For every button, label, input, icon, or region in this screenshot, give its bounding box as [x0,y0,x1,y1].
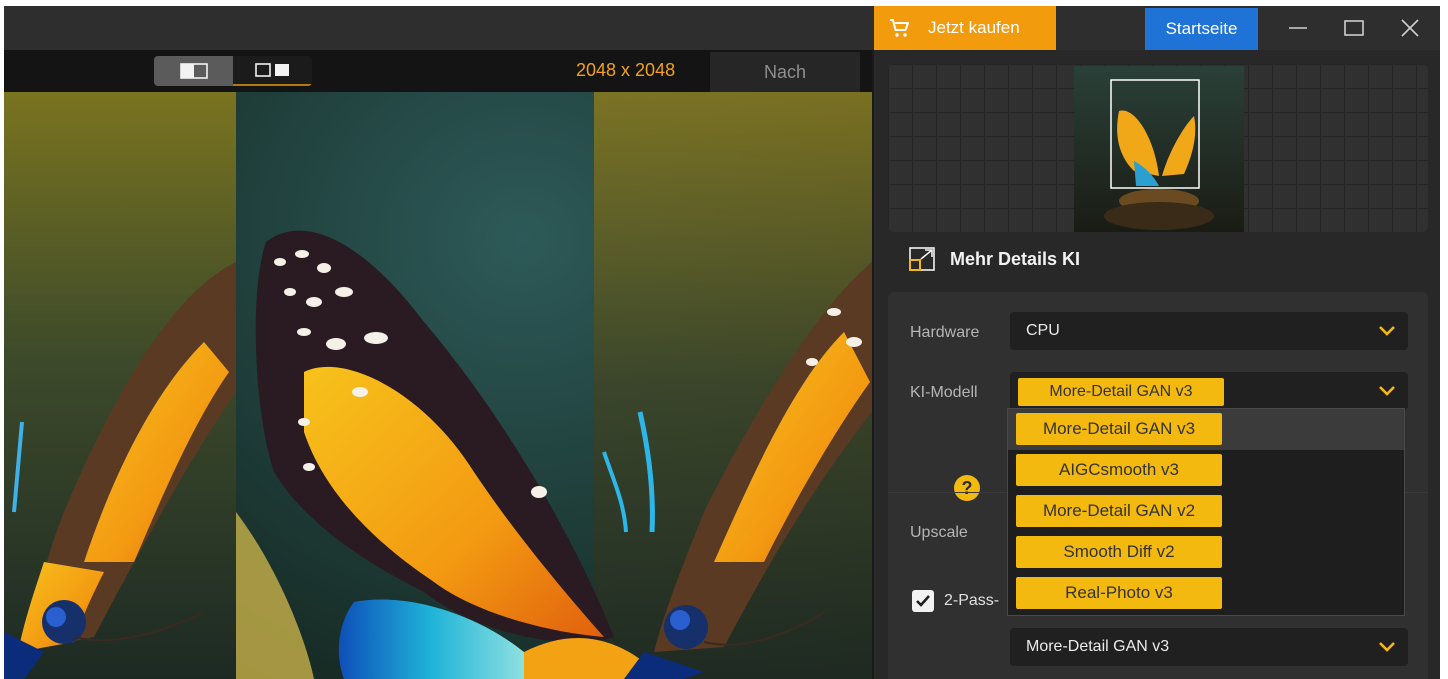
second-model-value: More-Detail GAN v3 [1026,638,1170,655]
resolution-label: 2048 x 2048 [576,60,676,80]
model-option-label: More-Detail GAN v3 [1016,413,1222,445]
model-option[interactable]: More-Detail GAN v2 [1008,491,1404,532]
model-selected-value: More-Detail GAN v3 [1018,378,1224,406]
minimize-icon [1289,27,1307,29]
cart-icon [890,19,909,37]
title-bar: Jetzt kaufen Startseite [4,6,1440,50]
section-title: Mehr Details KI [950,248,1081,269]
close-button[interactable] [1384,6,1436,50]
second-model-select[interactable]: More-Detail GAN v3 [1010,628,1408,666]
model-option-label: Smooth Diff v2 [1016,536,1222,568]
after-tab[interactable]: Nach [710,52,860,92]
checkmark-icon [916,595,930,607]
navigator-thumbnail[interactable] [1074,66,1244,232]
hardware-select[interactable]: CPU [1010,312,1408,350]
maximize-icon [1344,20,1364,36]
hardware-label: Hardware [910,324,980,341]
side-by-side-button[interactable] [233,56,312,86]
model-option[interactable]: Real-Photo v3 [1008,573,1404,614]
side-by-side-icon [254,63,289,77]
model-label: KI-Modell [910,384,978,401]
two-pass-label: 2-Pass- [944,592,1000,609]
model-option[interactable]: More-Detail GAN v3 [1008,409,1404,450]
split-view-icon [179,63,208,79]
close-icon [1401,19,1419,37]
minimize-button[interactable] [1272,6,1324,50]
model-option-label: AIGCsmooth v3 [1016,454,1222,486]
home-button[interactable]: Startseite [1145,8,1258,50]
image-viewer: 2048 x 2048 Nach [4,50,872,679]
viewer-toolbar: 2048 x 2048 Nach [4,50,872,92]
model-option[interactable]: AIGCsmooth v3 [1008,450,1404,491]
model-option[interactable]: Smooth Diff v2 [1008,532,1404,573]
two-pass-checkbox[interactable] [912,590,934,612]
maximize-button[interactable] [1328,6,1380,50]
split-view-button[interactable] [154,56,233,86]
preview-image[interactable] [4,92,872,679]
upscale-label: Upscale [910,524,968,541]
section-header: Mehr Details KI [908,246,1080,272]
hardware-value: CPU [1026,322,1060,339]
help-icon[interactable]: ? [954,475,980,501]
view-mode-toggle [154,56,312,86]
upscale-details-icon [909,247,935,271]
buy-now-label: Jetzt kaufen [928,18,1020,37]
chevron-down-icon [1379,326,1395,336]
model-select[interactable]: More-Detail GAN v3 [1010,372,1408,410]
chevron-down-icon [1379,386,1395,396]
model-dropdown-list: More-Detail GAN v3 AIGCsmooth v3 More-De… [1007,408,1405,616]
buy-now-button[interactable]: Jetzt kaufen [874,6,1056,50]
model-option-label: More-Detail GAN v2 [1016,495,1222,527]
model-option-label: Real-Photo v3 [1016,577,1222,609]
app-window: Jetzt kaufen Startseite 2048 x 2048 Nach… [4,6,1440,679]
chevron-down-icon [1379,642,1395,652]
